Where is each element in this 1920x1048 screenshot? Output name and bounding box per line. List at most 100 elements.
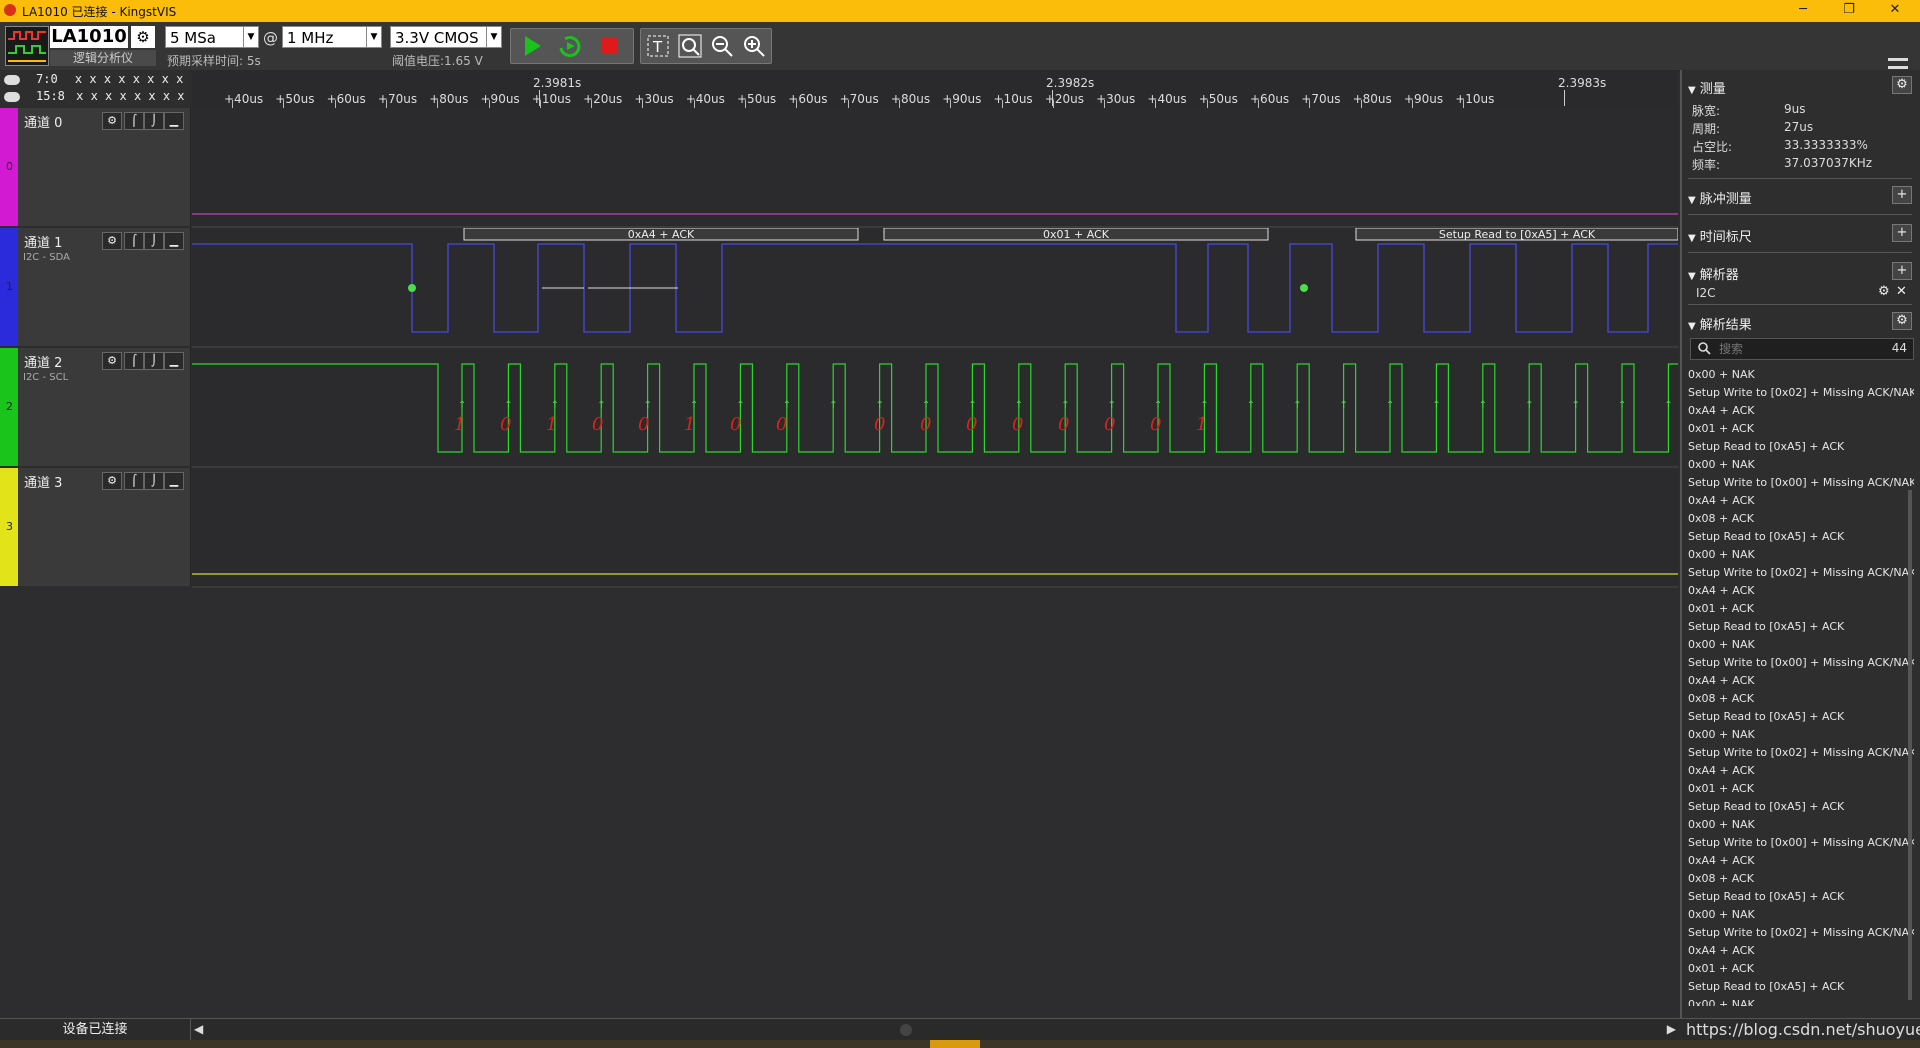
device-logo-icon[interactable] — [5, 26, 49, 66]
section-pulse[interactable]: ▼ 脉冲测量 — [1688, 188, 1752, 207]
zoom-fit-icon[interactable] — [677, 33, 703, 59]
result-item[interactable]: 0x00 + NAK — [1688, 816, 1914, 834]
result-item[interactable]: 0xA4 + ACK — [1688, 942, 1914, 960]
sample-rate-select[interactable]: 1 MHz ▼ — [282, 26, 382, 48]
falling-edge-icon[interactable]: ⌡ — [144, 112, 164, 130]
results-scrollbar[interactable] — [1908, 490, 1912, 1000]
channel-waveform-area[interactable] — [192, 108, 1678, 228]
scroll-left-icon[interactable]: ◀ — [194, 1022, 203, 1036]
result-item[interactable]: 0x08 + ACK — [1688, 510, 1914, 528]
section-results[interactable]: ▼ 解析结果 — [1688, 314, 1752, 333]
play-icon[interactable] — [519, 33, 545, 59]
section-measure[interactable]: ▼ 测量 — [1688, 78, 1726, 97]
result-item[interactable]: 0xA4 + ACK — [1688, 402, 1914, 420]
group-row[interactable]: 15:8 x x x x x x x x — [4, 89, 185, 103]
result-item[interactable]: 0x00 + NAK — [1688, 366, 1914, 384]
result-item[interactable]: 0xA4 + ACK — [1688, 582, 1914, 600]
falling-edge-icon[interactable]: ⌡ — [144, 352, 164, 370]
channel-name[interactable]: 通道 1 — [24, 232, 62, 251]
result-item[interactable]: Setup Write to [0x02] + Missing ACK/NAK — [1688, 564, 1914, 582]
rising-edge-icon[interactable]: ⌠ — [124, 112, 144, 130]
channel-label-box[interactable]: 通道 2 I2C - SCL ⚙ ⌠ ⌡ ▁ — [18, 348, 191, 466]
result-item[interactable]: Setup Read to [0xA5] + ACK — [1688, 708, 1914, 726]
low-level-icon[interactable]: ▁ — [164, 472, 184, 490]
rising-edge-icon[interactable]: ⌠ — [124, 352, 144, 370]
maximize-button[interactable]: ❐ — [1826, 0, 1872, 22]
section-time-ruler[interactable]: ▼ 时间标尺 — [1688, 226, 1752, 245]
horizontal-scrollbar[interactable]: ◀ ▶ — [192, 1021, 1678, 1039]
result-item[interactable]: Setup Write to [0x02] + Missing ACK/NAK — [1688, 744, 1914, 762]
sample-depth-select[interactable]: 5 MSa ▼ — [165, 26, 259, 48]
stop-icon[interactable] — [597, 33, 623, 59]
result-item[interactable]: 0x01 + ACK — [1688, 780, 1914, 798]
channel-settings-icon[interactable]: ⚙ — [102, 112, 122, 130]
result-item[interactable]: 0xA4 + ACK — [1688, 852, 1914, 870]
rising-edge-icon[interactable]: ⌠ — [124, 472, 144, 490]
low-level-icon[interactable]: ▁ — [164, 352, 184, 370]
scroll-right-icon[interactable]: ▶ — [1667, 1022, 1676, 1036]
close-button[interactable]: ✕ — [1872, 0, 1918, 22]
channel-settings-icon[interactable]: ⚙ — [102, 352, 122, 370]
channel-waveform-area[interactable]: ↑ ↑ ↑ ↑ ↑ ↑ ↑ ↑ ↑ ↑ ↑ ↑ ↑ ↑ ↑ ↑ ↑ ↑ ↑ ↑ ↑ ↑ ↑ ↑ ↑ ↑ ↑ 1 0 1 0 0 1 0 0 0 0 0 0 0… — [192, 348, 1682, 468]
channel-name[interactable]: 通道 0 — [24, 112, 62, 131]
channel-label-box[interactable]: 通道 3 ⚙ ⌠ ⌡ ▁ — [18, 468, 191, 586]
result-item[interactable]: Setup Read to [0xA5] + ACK — [1688, 798, 1914, 816]
section-decoder[interactable]: ▼ 解析器 — [1688, 264, 1739, 283]
result-item[interactable]: Setup Read to [0xA5] + ACK — [1688, 978, 1914, 996]
channel-waveform-area[interactable]: 0xA4 + ACK 0x01 + ACK Setup Read to [0xA5]… — [192, 227, 1679, 348]
result-item[interactable]: 0x01 + ACK — [1688, 600, 1914, 618]
result-item[interactable]: 0x00 + NAK — [1688, 996, 1914, 1006]
result-item[interactable]: Setup Write to [0x00] + Missing ACK/NAK — [1688, 834, 1914, 852]
channel-name[interactable]: 通道 3 — [24, 472, 62, 491]
result-item[interactable]: Setup Write to [0x00] + Missing ACK/NAK — [1688, 474, 1914, 492]
add-decoder-button[interactable]: + — [1892, 262, 1912, 280]
result-item[interactable]: Setup Write to [0x00] + Missing ACK/NAK — [1688, 654, 1914, 672]
result-item[interactable]: Setup Read to [0xA5] + ACK — [1688, 618, 1914, 636]
loop-play-icon[interactable] — [557, 33, 583, 59]
channel-name[interactable]: 通道 2 — [24, 352, 62, 371]
voltage-select[interactable]: 3.3V CMOS ▼ — [390, 26, 502, 48]
result-item[interactable]: 0xA4 + ACK — [1688, 672, 1914, 690]
result-item[interactable]: 0xA4 + ACK — [1688, 492, 1914, 510]
channel-settings-icon[interactable]: ⚙ — [102, 472, 122, 490]
measure-settings-button[interactable]: ⚙ — [1892, 76, 1912, 94]
channel-settings-icon[interactable]: ⚙ — [102, 232, 122, 250]
add-ruler-button[interactable]: + — [1892, 224, 1912, 242]
decoder-remove-icon[interactable]: ✕ — [1896, 284, 1907, 299]
result-item[interactable]: 0x00 + NAK — [1688, 546, 1914, 564]
zoom-out-icon[interactable] — [709, 33, 735, 59]
channel-color-strip[interactable]: 3 — [0, 468, 18, 586]
falling-edge-icon[interactable]: ⌡ — [144, 472, 164, 490]
result-item[interactable]: Setup Write to [0x02] + Missing ACK/NAK — [1688, 384, 1914, 402]
device-settings-icon[interactable]: ⚙ — [131, 26, 155, 48]
toggle-icon[interactable] — [4, 74, 20, 85]
low-level-icon[interactable]: ▁ — [164, 112, 184, 130]
result-item[interactable]: Setup Write to [0x02] + Missing ACK/NAK — [1688, 924, 1914, 942]
search-input[interactable] — [1717, 340, 1871, 358]
channel-color-strip[interactable]: 2 — [0, 348, 18, 466]
results-settings-button[interactable]: ⚙ — [1892, 312, 1912, 330]
results-list[interactable]: 0x00 + NAK Setup Write to [0x02] + Missin… — [1688, 366, 1914, 1006]
toggle-icon[interactable] — [4, 91, 20, 102]
channel-color-strip[interactable]: 0 — [0, 108, 18, 226]
channel-label-box[interactable]: 通道 0 ⚙ ⌠ ⌡ ▁ — [18, 108, 191, 226]
low-level-icon[interactable]: ▁ — [164, 232, 184, 250]
result-item[interactable]: 0x00 + NAK — [1688, 636, 1914, 654]
result-item[interactable]: 0x00 + NAK — [1688, 906, 1914, 924]
rising-edge-icon[interactable]: ⌠ — [124, 232, 144, 250]
minimize-button[interactable]: ─ — [1780, 0, 1826, 22]
result-item[interactable]: 0x08 + ACK — [1688, 690, 1914, 708]
time-ruler[interactable]: +40us +50us +60us +70us +80us +90us +10us +20us… — [192, 70, 1678, 110]
result-item[interactable]: 0x00 + NAK — [1688, 726, 1914, 744]
result-item[interactable]: Setup Read to [0xA5] + ACK — [1688, 528, 1914, 546]
result-item[interactable]: 0x00 + NAK — [1688, 456, 1914, 474]
add-pulse-button[interactable]: + — [1892, 186, 1912, 204]
channel-color-strip[interactable]: 1 — [0, 228, 18, 346]
scroll-thumb[interactable] — [900, 1024, 912, 1036]
result-item[interactable]: Setup Read to [0xA5] + ACK — [1688, 888, 1914, 906]
group-row[interactable]: 7:0 x x x x x x x x — [4, 72, 183, 86]
falling-edge-icon[interactable]: ⌡ — [144, 232, 164, 250]
text-cursor-icon[interactable]: T — [645, 33, 671, 59]
result-item[interactable]: 0x01 + ACK — [1688, 420, 1914, 438]
result-item[interactable]: Setup Read to [0xA5] + ACK — [1688, 438, 1914, 456]
